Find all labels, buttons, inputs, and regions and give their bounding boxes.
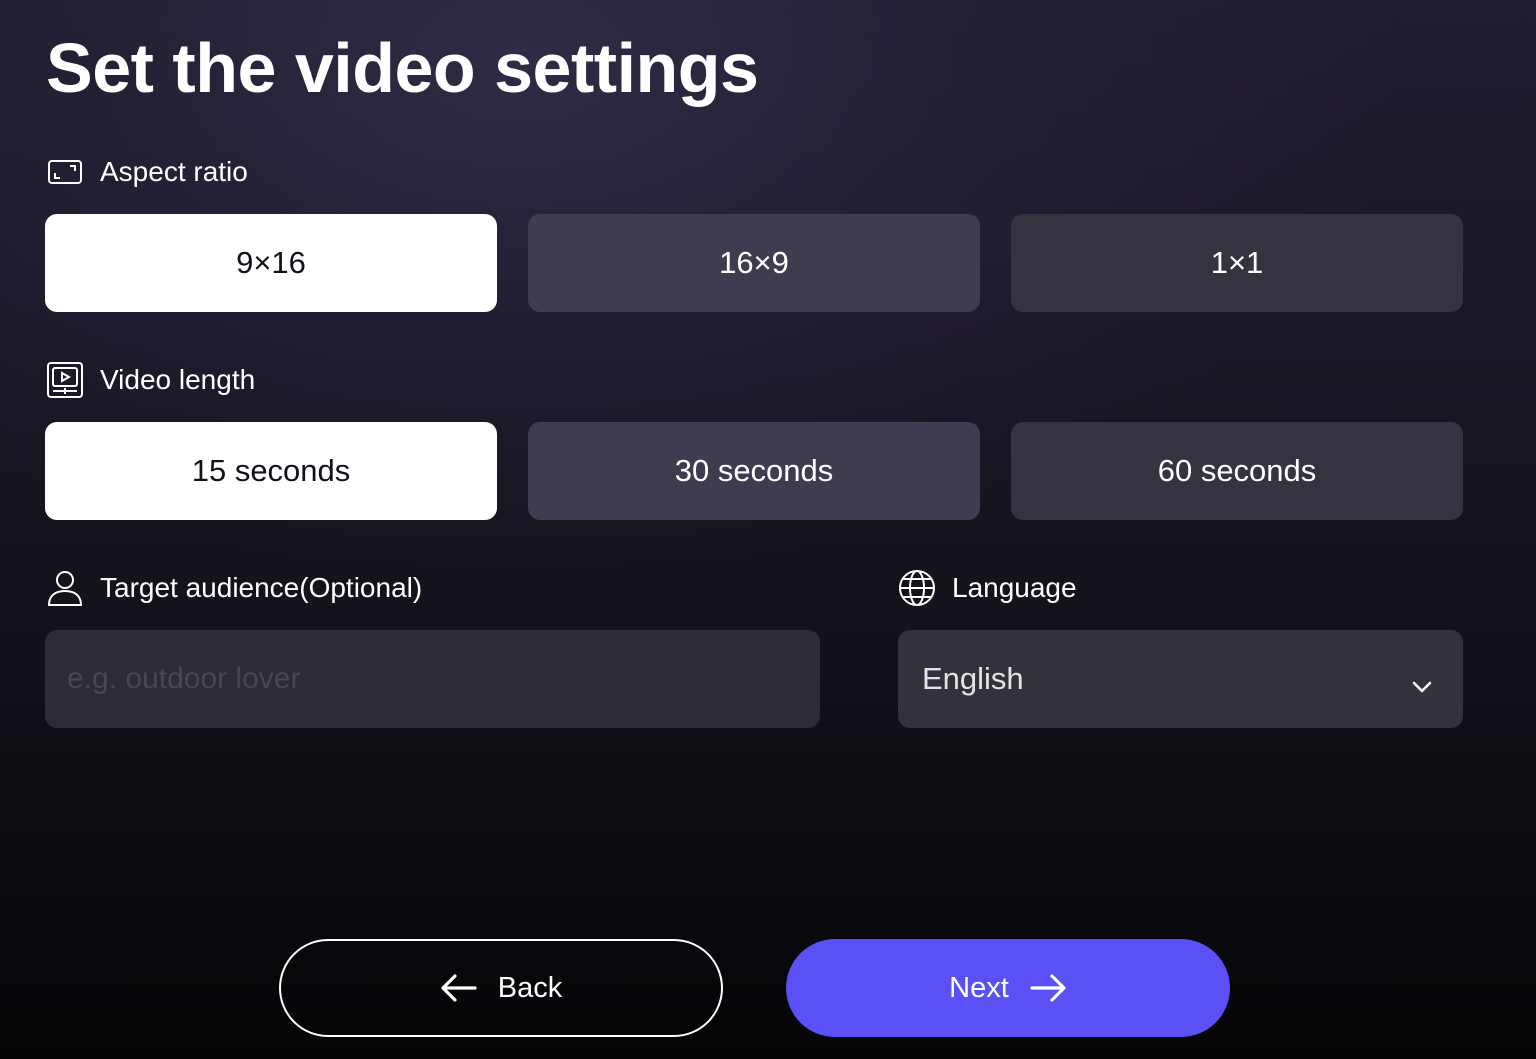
aspect-option-1x1[interactable]: 1×1	[1011, 214, 1463, 312]
audience-label-row: Target audience(Optional)	[46, 568, 422, 608]
page-title: Set the video settings	[46, 29, 759, 107]
arrow-left-icon	[440, 973, 478, 1003]
next-button[interactable]: Next	[786, 939, 1230, 1037]
audience-label: Target audience(Optional)	[100, 572, 423, 603]
video-icon	[46, 361, 84, 399]
arrow-right-icon	[1029, 973, 1067, 1003]
length-option-60[interactable]: 60 seconds	[1011, 422, 1463, 520]
aspect-ratio-label-row: Aspect ratio	[46, 152, 248, 192]
language-select[interactable]: English	[898, 630, 1463, 728]
aspect-option-16x9[interactable]: 16×9	[528, 214, 980, 312]
aspect-option-9x16[interactable]: 9×16	[45, 214, 497, 312]
audience-input[interactable]	[45, 630, 820, 728]
length-option-30[interactable]: 30 seconds	[528, 422, 980, 520]
globe-icon	[898, 569, 936, 607]
length-option-15[interactable]: 15 seconds	[45, 422, 497, 520]
video-length-label: Video length	[100, 364, 256, 395]
video-length-label-row: Video length	[46, 360, 255, 400]
chevron-down-icon	[1411, 666, 1433, 702]
user-icon	[46, 569, 84, 607]
audience-field	[45, 630, 820, 728]
back-label: Back	[497, 971, 563, 1004]
language-value: English	[922, 661, 1024, 696]
back-button[interactable]: Back	[279, 939, 723, 1037]
language-label-row: Language	[898, 568, 1077, 608]
aspect-ratio-icon	[46, 153, 84, 191]
language-label: Language	[952, 572, 1077, 603]
next-label: Next	[949, 971, 1009, 1004]
aspect-ratio-label: Aspect ratio	[100, 156, 248, 187]
